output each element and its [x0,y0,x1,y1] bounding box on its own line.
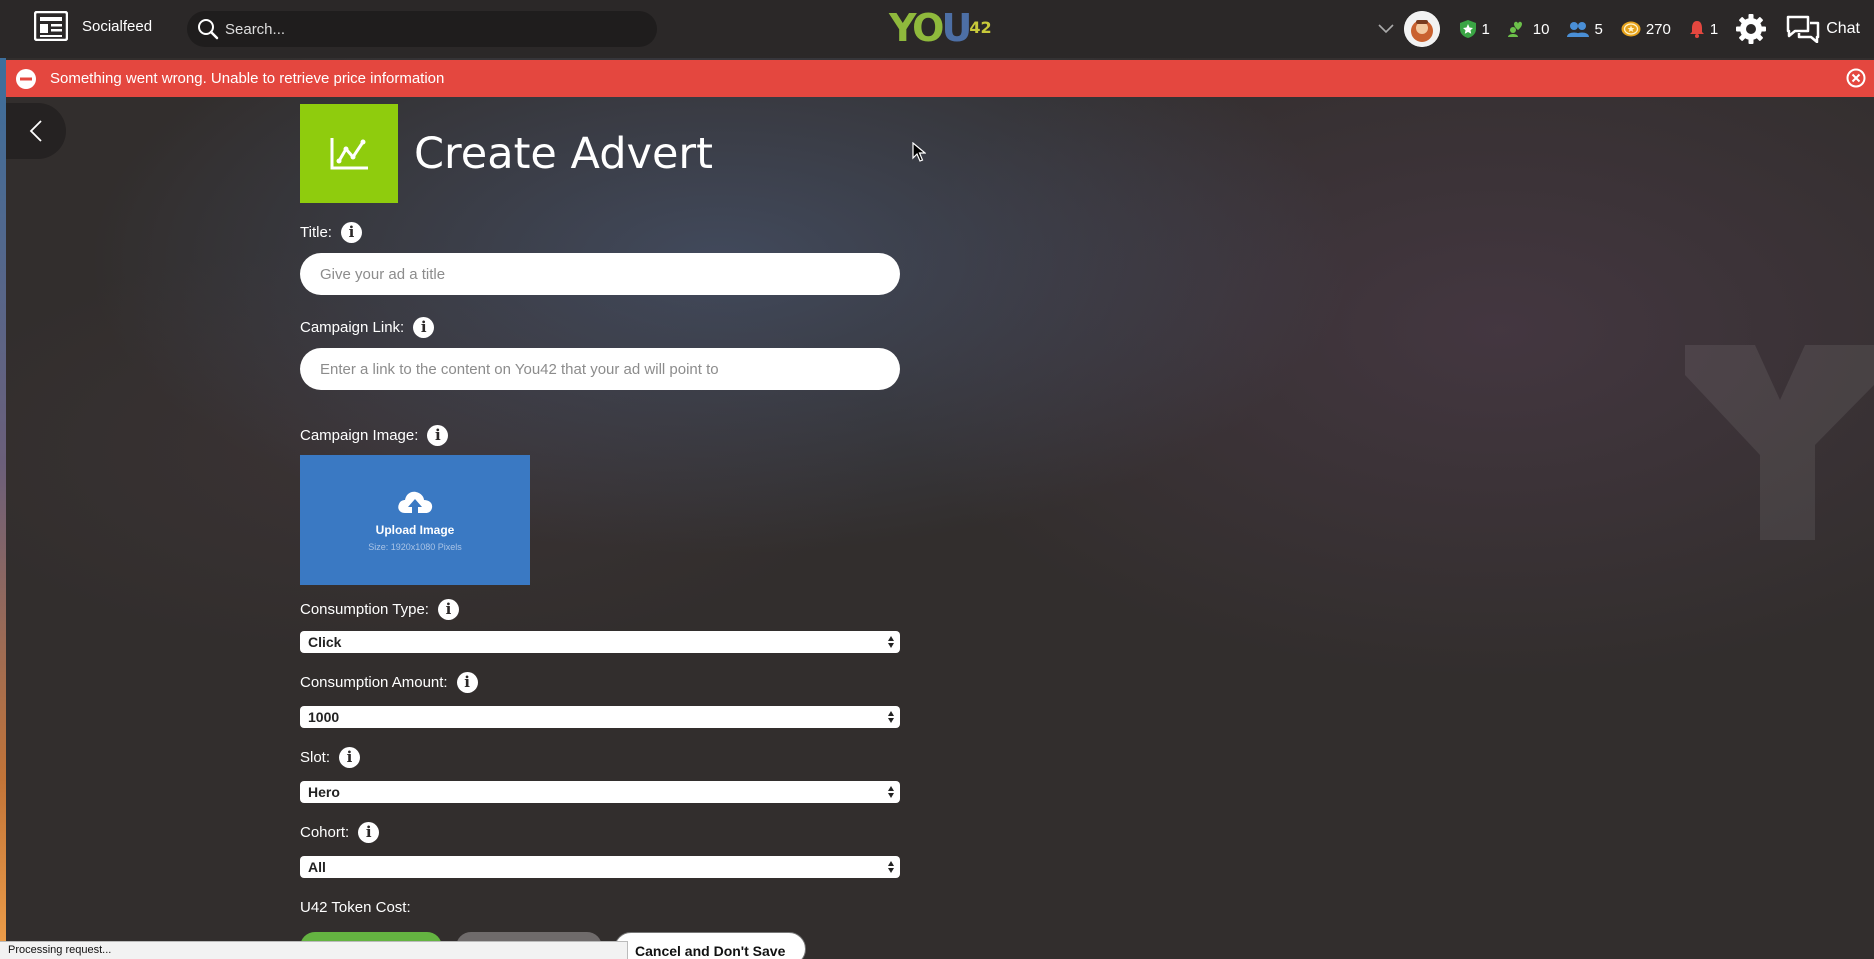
cohort-select[interactable]: All [300,856,900,878]
shield-count: 1 [1481,20,1490,38]
search-icon [198,19,219,40]
cohort-value: All [308,859,326,875]
info-icon[interactable]: i [340,221,362,243]
users-icon [1567,22,1590,37]
create-advert-form: Create Advert Title: i Campaign Link: i … [300,104,900,916]
consumption-amount-select[interactable]: 1000 [300,706,900,728]
consumption-amount-label-row: Consumption Amount: i [300,670,900,694]
likes-count: 10 [1532,20,1550,38]
info-icon[interactable]: i [456,671,478,693]
chart-tile [300,104,398,203]
consumption-type-value: Click [308,634,342,650]
friends-stat[interactable]: 5 [1567,20,1603,38]
campaign-link-label-row: Campaign Link: i [300,315,900,339]
friends-count: 5 [1594,20,1603,38]
title-label-row: Title: i [300,220,900,244]
upload-size-hint: Size: 1920x1080 Pixels [368,541,462,552]
tokens-count: 270 [1645,20,1671,38]
error-icon [16,68,36,89]
cohort-label-row: Cohort: i [300,820,900,844]
avatar[interactable] [1404,11,1441,47]
close-icon[interactable] [1846,68,1866,88]
alerts-count: 1 [1709,20,1719,38]
title-label: Title: [300,223,332,241]
error-banner: Something went wrong. Unable to retrieve… [6,60,1874,97]
shield-stat[interactable]: 1 [1460,20,1490,38]
select-arrows-icon [888,786,894,798]
chat-bubbles-icon [1786,15,1820,43]
search-bar[interactable] [187,11,657,47]
upload-image-button[interactable]: Upload Image Size: 1920x1080 Pixels [300,455,530,585]
title-input[interactable] [300,253,900,295]
slot-label: Slot: [300,748,331,766]
consumption-type-label: Consumption Type: [300,600,429,618]
campaign-image-label: Campaign Image: [300,426,419,444]
chevron-left-icon [29,120,42,142]
cloud-upload-icon [398,491,433,516]
select-arrows-icon [888,636,894,648]
window-edge [0,58,6,959]
consumption-amount-value: 1000 [308,709,340,725]
campaign-image-label-row: Campaign Image: i [300,423,900,447]
avatar-image [1404,11,1441,47]
chat-label: Chat [1826,20,1860,37]
info-icon[interactable]: i [413,316,435,338]
upload-label: Upload Image [375,522,455,537]
info-icon[interactable]: i [339,746,361,768]
heart-person-icon [1507,21,1522,37]
newspaper-icon [34,11,68,41]
bell-icon [1689,21,1704,38]
info-icon[interactable]: i [427,424,449,446]
top-bar: Socialfeed YOU42 1 [0,0,1874,58]
campaign-link-input[interactable] [300,348,900,390]
gear-icon[interactable] [1736,14,1767,44]
consumption-amount-label: Consumption Amount: [300,673,448,691]
background-logo-watermark [1685,345,1874,540]
back-button[interactable] [6,103,66,159]
likes-stat[interactable]: 10 [1507,20,1550,38]
background [0,0,1874,959]
slot-select[interactable]: Hero [300,781,900,803]
select-arrows-icon [888,711,894,723]
tokens-stat[interactable]: 270 [1621,21,1671,38]
status-bar: Processing request... [0,941,628,959]
consumption-type-select[interactable]: Click [300,631,900,653]
alerts-stat[interactable]: 1 [1689,20,1718,38]
page-header: Create Advert [300,104,900,203]
coin-icon [1621,21,1641,37]
socialfeed-button[interactable]: Socialfeed [34,11,152,41]
campaign-link-label: Campaign Link: [300,318,405,336]
shield-star-icon [1460,20,1477,38]
slot-label-row: Slot: i [300,745,900,769]
socialfeed-label: Socialfeed [82,17,153,35]
slot-value: Hero [308,784,340,800]
chat-button[interactable]: Chat [1786,15,1860,43]
header-tools: 1 10 5 270 1 Chat [1378,0,1874,58]
cancel-button[interactable]: Cancel and Don't Save [614,932,807,959]
error-message: Something went wrong. Unable to retrieve… [50,70,445,87]
select-arrows-icon [888,861,894,873]
you42-logo[interactable]: YOU42 [889,6,992,50]
cohort-label: Cohort: [300,823,350,841]
chevron-down-icon[interactable] [1378,24,1395,34]
search-input[interactable] [225,20,645,38]
info-icon[interactable]: i [358,821,380,843]
consumption-type-label-row: Consumption Type: i [300,597,900,621]
info-icon[interactable]: i [437,598,459,620]
line-chart-icon [330,137,368,169]
page-title: Create Advert [414,128,713,179]
mouse-cursor-icon [912,142,926,162]
token-cost-label: U42 Token Cost: [300,899,411,916]
